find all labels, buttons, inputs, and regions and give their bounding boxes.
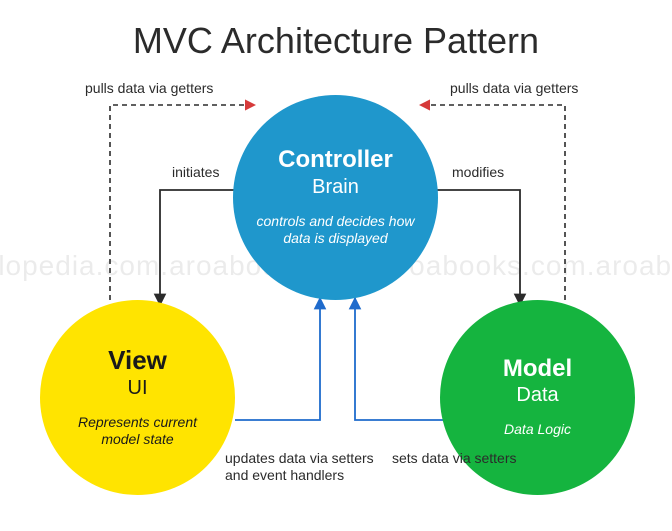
view-title: View <box>108 346 167 375</box>
controller-role: Brain <box>312 176 359 199</box>
view-desc: Represents current model state <box>40 414 235 449</box>
view-node: View UI Represents current model state <box>40 300 235 495</box>
controller-title: Controller <box>278 147 393 173</box>
label-initiates: initiates <box>172 164 219 181</box>
edge-modifies <box>430 190 520 305</box>
model-desc: Data Logic <box>486 421 589 439</box>
controller-node: Controller Brain controls and decides ho… <box>233 95 438 300</box>
model-role: Data <box>516 384 558 407</box>
label-model-getters: pulls data via getters <box>450 80 578 97</box>
edge-sets <box>355 298 445 420</box>
model-title: Model <box>503 356 572 382</box>
edge-updates <box>235 298 320 420</box>
label-view-getters: pulls data via getters <box>85 80 213 97</box>
label-sets: sets data via setters <box>392 450 532 467</box>
controller-desc: controls and decides how data is display… <box>233 213 438 248</box>
view-role: UI <box>128 377 148 400</box>
label-modifies: modifies <box>452 164 504 181</box>
edge-model-getters <box>420 105 565 300</box>
label-updates: updates data via setters and event handl… <box>225 450 380 484</box>
diagram-title: MVC Architecture Pattern <box>0 20 672 62</box>
